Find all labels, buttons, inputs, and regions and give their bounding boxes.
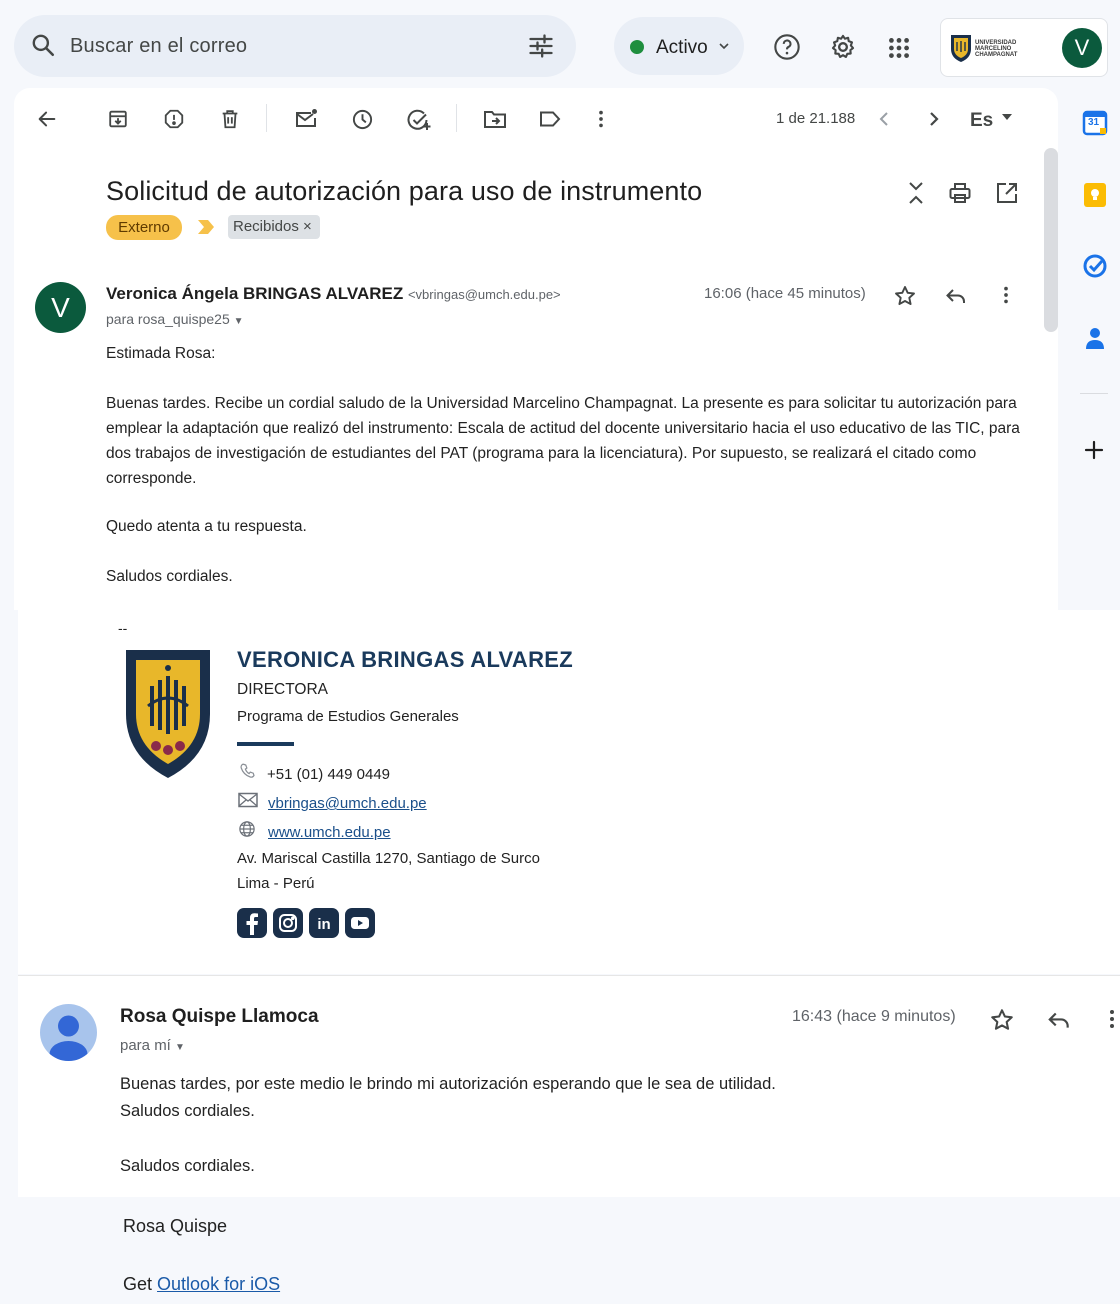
back-arrow-icon[interactable] [36,108,58,130]
signature-phone: +51 (01) 449 0449 [267,766,391,783]
more-vertical-icon[interactable] [1104,1007,1120,1031]
signature-name: VERONICA BRINGAS ALVAREZ [237,647,573,672]
more-vertical-icon[interactable] [590,108,612,130]
caret-down-icon: ▼ [175,1042,185,1053]
apps-grid-icon[interactable] [886,35,912,61]
search-input[interactable]: Buscar en el correo [70,35,247,58]
label-inbox[interactable]: Recibidos × [228,215,320,239]
message-time: 16:06 (hace 45 minutos) [704,285,866,302]
signature-city: Lima - Perú [237,875,315,892]
svg-text:in: in [317,916,330,933]
sender-line: Veronica Ángela BRINGAS ALVAREZ <vbringa… [106,284,561,304]
delete-icon[interactable] [219,108,241,130]
archive-icon[interactable] [107,108,129,130]
sender-name[interactable]: Veronica Ángela BRINGAS ALVAREZ [106,284,403,303]
chevron-left-icon[interactable] [876,108,894,130]
more-vertical-icon[interactable] [995,284,1017,306]
reply-icon[interactable] [1046,1007,1072,1033]
globe-icon [238,820,256,838]
move-to-folder-icon[interactable] [483,108,507,130]
signature-separator: -- [118,620,128,636]
expand-collapse-icon[interactable] [905,180,927,206]
youtube-icon[interactable] [345,908,375,938]
contacts-icon[interactable] [1082,325,1108,351]
signature-role: DIRECTORA [237,681,329,698]
facebook-icon[interactable] [237,908,267,938]
input-language-selector[interactable]: Es [970,110,993,132]
label-external: Externo [106,215,182,240]
add-task-icon[interactable] [406,108,432,132]
reply-icon[interactable] [944,284,968,308]
footer-prefix: Get [123,1274,153,1294]
label-icon[interactable] [538,108,562,130]
snooze-clock-icon[interactable] [351,108,374,131]
reply-recipient-line[interactable]: para mí ▼ [120,1037,185,1054]
report-spam-icon[interactable] [163,108,185,130]
add-addon-icon[interactable] [1082,438,1106,462]
signature-rule [237,742,294,746]
reply-sender-name[interactable]: Rosa Quispe Llamoca [120,1006,319,1028]
open-new-window-icon[interactable] [995,181,1019,205]
chevron-right-icon[interactable] [925,108,943,130]
calendar-day: 31 [1088,117,1100,128]
caret-down-icon: ▼ [233,316,244,327]
caret-down-icon[interactable] [1001,113,1013,121]
reply-body-line: Buenas tardes, por este medio le brindo … [120,1075,776,1093]
reply-body-line: Saludos cordiales. [120,1102,255,1120]
toolbar-divider [456,104,457,132]
signature-website-link[interactable]: www.umch.edu.pe [268,824,391,841]
email-paragraph: Quedo atenta a tu respuesta. [106,518,307,535]
recipient-label: para rosa_quispe25 [106,311,230,327]
account-avatar[interactable]: V [1062,28,1102,68]
status-label: Activo [656,37,708,58]
outlook-footer: Get Outlook for iOS [123,1274,280,1295]
help-icon[interactable] [773,33,801,61]
reply-time: 16:43 (hace 9 minutos) [792,1008,956,1025]
sender-avatar[interactable]: V [35,282,86,333]
star-icon[interactable] [989,1007,1015,1033]
reply-sender-avatar[interactable] [40,1004,97,1061]
print-icon[interactable] [948,181,972,205]
account-org-name: UNIVERSIDAD MARCELINO CHAMPAGNAT [975,40,1018,58]
signature-department: Programa de Estudios Generales [237,708,459,725]
mail-icon [238,792,258,808]
outlook-ios-link[interactable]: Outlook for iOS [157,1274,280,1294]
importance-marker-icon[interactable] [196,219,216,235]
university-crest-icon [122,646,214,782]
rail-divider [1080,393,1108,394]
signature-address: Av. Mariscal Castilla 1270, Santiago de … [237,850,540,867]
status-indicator [630,40,644,54]
email-subject: Solicitud de autorización para uso de in… [106,176,703,206]
linkedin-icon[interactable]: in [309,908,339,938]
search-options-icon[interactable] [527,32,555,60]
phone-icon [239,762,257,780]
email-closing: Saludos cordiales. [106,568,233,585]
chevron-down-icon [718,40,730,52]
reply-recipient-label: para mí [120,1037,171,1054]
tasks-icon[interactable] [1082,253,1108,279]
instagram-icon[interactable] [273,908,303,938]
recipient-line[interactable]: para rosa_quispe25 ▼ [106,311,244,327]
reply-body-line: Saludos cordiales. [120,1157,255,1175]
keep-notes-icon[interactable] [1082,182,1108,208]
toolbar-divider [266,104,267,132]
email-greeting: Estimada Rosa: [106,345,216,362]
search-icon[interactable] [30,32,56,58]
mark-unread-icon[interactable] [294,108,318,130]
scrollbar-thumb[interactable] [1044,148,1058,332]
signature-email-link[interactable]: vbringas@umch.edu.pe [268,795,427,812]
gear-icon[interactable] [829,33,857,61]
reply-signoff: Rosa Quispe [123,1216,228,1236]
university-logo-icon [950,33,972,63]
sender-email: <vbringas@umch.edu.pe> [407,287,561,302]
pager-count: 1 de 21.188 [776,110,856,127]
star-icon[interactable] [893,284,917,308]
email-paragraph: Buenas tardes. Recibe un cordial saludo … [106,395,1020,487]
